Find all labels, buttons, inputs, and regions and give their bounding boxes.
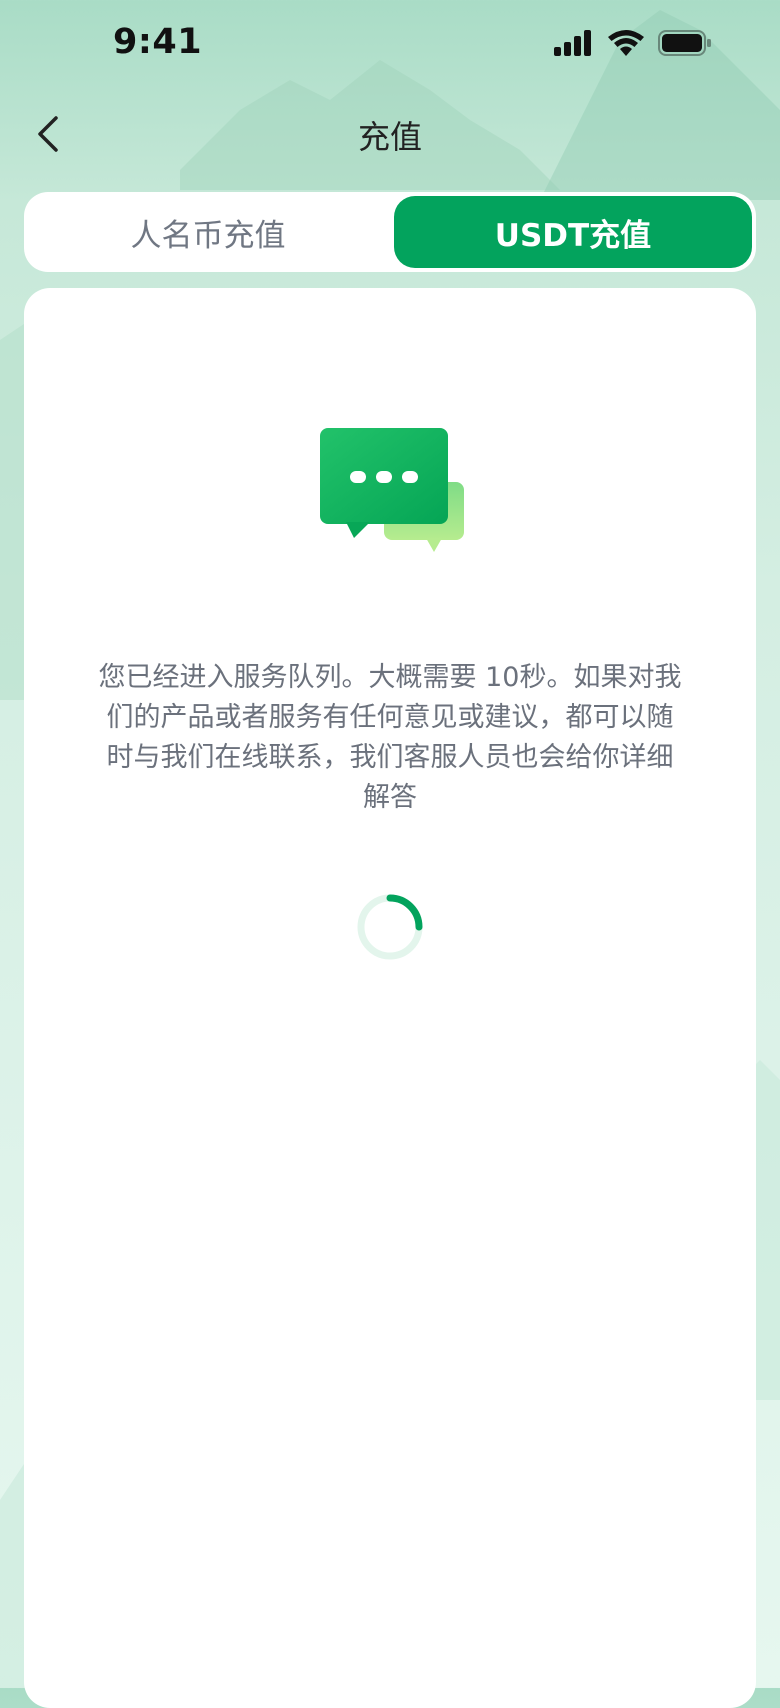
recharge-tabs: 人名币充值 USDT充值 <box>24 192 756 272</box>
tab-usdt-recharge[interactable]: USDT充值 <box>394 196 752 268</box>
battery-icon <box>658 30 711 56</box>
queue-card: 您已经进入服务队列。大概需要 10秒。如果对我们的产品或者服务有任何意见或建议，… <box>24 288 756 1708</box>
wifi-icon <box>608 30 644 56</box>
nav-bar: 充值 <box>0 100 780 166</box>
page-title: 充值 <box>357 118 422 156</box>
cellular-signal-icon <box>554 30 591 56</box>
tab-rmb-recharge[interactable]: 人名币充值 <box>28 196 388 268</box>
chat-bubbles-icon <box>320 428 464 552</box>
status-bar: 9:41 <box>0 0 780 88</box>
queue-message: 您已经进入服务队列。大概需要 10秒。如果对我们的产品或者服务有任何意见或建议，… <box>98 662 682 813</box>
spinner-icon <box>357 894 423 960</box>
status-time: 9:41 <box>113 22 203 62</box>
status-icons <box>554 30 712 56</box>
